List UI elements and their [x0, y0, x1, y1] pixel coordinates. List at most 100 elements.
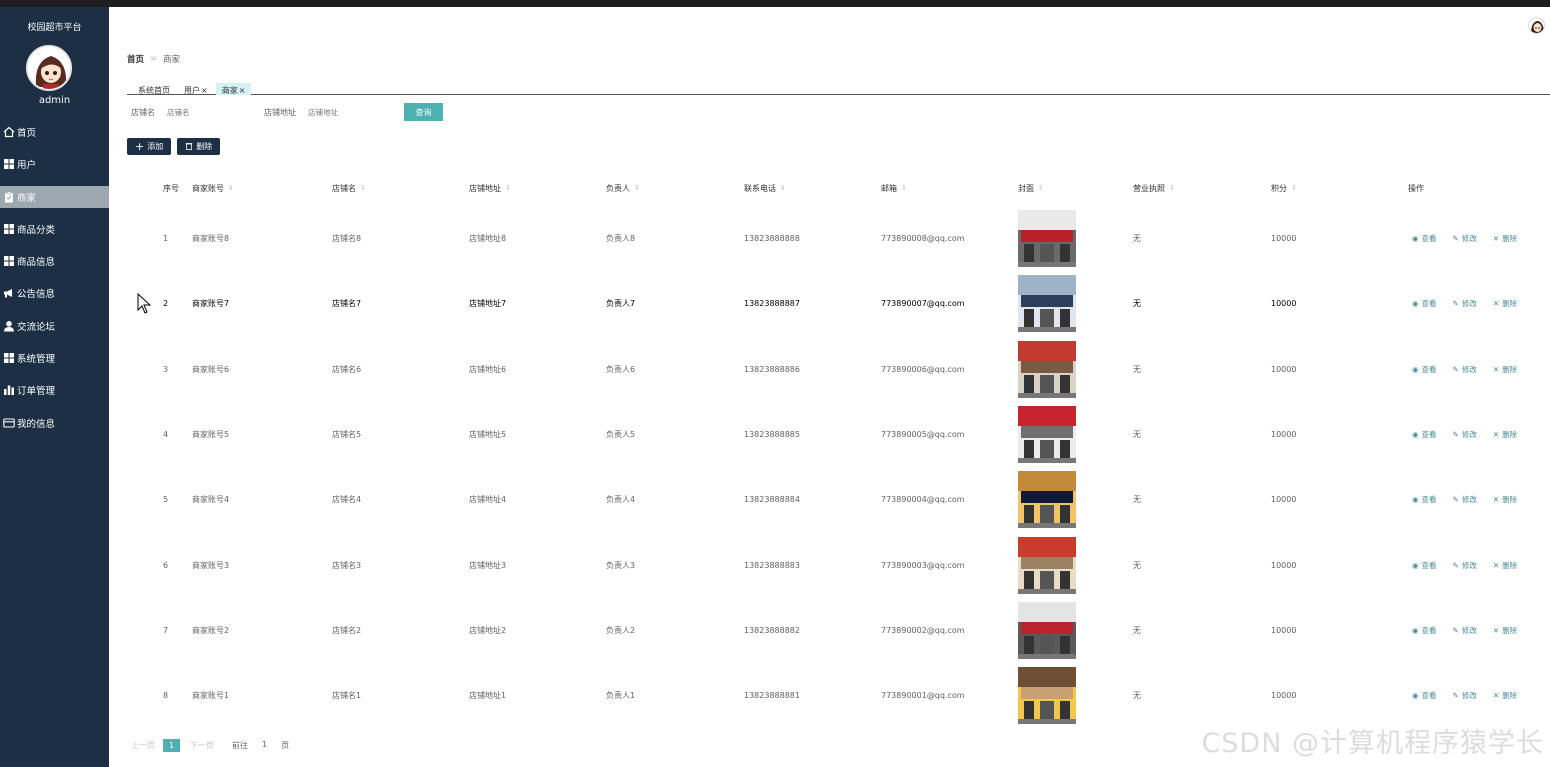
cover-image[interactable] — [1018, 536, 1076, 594]
page-number-current[interactable]: 1 — [163, 739, 180, 752]
tab-system-home[interactable]: 系统首页 — [127, 83, 176, 95]
delete-button[interactable]: 删除 — [177, 138, 221, 155]
sort-icon[interactable]: ⇕ — [1038, 184, 1044, 192]
sidebar-item-product-category[interactable]: 商品分类 — [0, 218, 109, 240]
edit-button[interactable]: ✎ 修改 — [1453, 625, 1477, 636]
eye-icon: ◉ — [1412, 364, 1419, 374]
sort-icon[interactable]: ⇕ — [901, 184, 907, 192]
view-button[interactable]: ◉ 查看 — [1412, 429, 1437, 440]
sidebar-item-home[interactable]: 首页 — [0, 121, 109, 143]
table-row[interactable]: 3 商家账号6 店铺名6 店铺地址6 负责人6 13823888886 773890006@… — [127, 337, 1547, 402]
row-delete-button[interactable]: ✕ 删除 — [1493, 233, 1517, 244]
row-delete-button[interactable]: ✕ 删除 — [1493, 625, 1517, 636]
sidebar-item-orders[interactable]: 订单管理 — [0, 379, 109, 401]
shop-name-input[interactable] — [167, 104, 253, 120]
table-row[interactable]: 1 商家账号8 店铺名8 店铺地址8 负责人8 13823888888 773890008@… — [127, 206, 1547, 271]
goto-page-input[interactable]: 1 — [262, 740, 267, 751]
header-label: 序号 — [163, 183, 179, 193]
cell-cover — [1018, 402, 1076, 467]
cell-points: 10000 — [1271, 495, 1297, 505]
sidebar-item-product-info[interactable]: 商品信息 — [0, 250, 109, 272]
cell-account: 商家账号5 — [192, 429, 230, 439]
row-delete-button[interactable]: ✕ 删除 — [1493, 298, 1517, 309]
cover-image[interactable] — [1018, 601, 1076, 659]
header-col-phone[interactable]: 联系电话 ⇕ — [744, 178, 786, 198]
sidebar-item-forum[interactable]: 交流论坛 — [0, 315, 109, 337]
header-col-cover[interactable]: 封面 ⇕ — [1018, 178, 1044, 198]
header-col-email[interactable]: 邮箱 ⇕ — [881, 178, 907, 198]
sort-icon[interactable]: ⇕ — [1291, 184, 1297, 192]
cover-image[interactable] — [1018, 471, 1076, 529]
table-row[interactable]: 2 商家账号7 店铺名7 店铺地址7 负责人7 13823888887 773890007@… — [127, 271, 1547, 336]
cover-image[interactable] — [1018, 210, 1076, 267]
sort-icon[interactable]: ⇕ — [505, 184, 511, 192]
edit-button[interactable]: ✎ 修改 — [1453, 494, 1477, 505]
edit-button[interactable]: ✎ 修改 — [1453, 429, 1477, 440]
edit-button[interactable]: ✎ 修改 — [1453, 298, 1477, 309]
header-col-shop-address[interactable]: 店铺地址 ⇕ — [469, 178, 511, 198]
row-delete-button[interactable]: ✕ 删除 — [1493, 364, 1517, 375]
header-col-manager[interactable]: 负责人 ⇕ — [606, 178, 640, 198]
cover-image[interactable] — [1018, 275, 1076, 333]
row-delete-button[interactable]: ✕ 删除 — [1493, 429, 1517, 440]
view-button[interactable]: ◉ 查看 — [1412, 625, 1437, 636]
header-label: 操作 — [1408, 183, 1424, 193]
megaphone-icon — [3, 287, 15, 299]
header-col-license[interactable]: 营业执照 ⇕ — [1133, 178, 1175, 198]
sort-icon[interactable]: ⇕ — [228, 184, 234, 192]
cell-license: 无 — [1133, 364, 1141, 374]
header-col-points[interactable]: 积分 ⇕ — [1271, 178, 1297, 198]
row-delete-button[interactable]: ✕ 删除 — [1493, 690, 1517, 701]
table-row[interactable]: 6 商家账号3 店铺名3 店铺地址3 负责人3 13823888883 773890003@… — [127, 533, 1547, 598]
view-button[interactable]: ◉ 查看 — [1412, 560, 1437, 571]
close-icon: ✕ — [1492, 691, 1500, 701]
header-avatar[interactable] — [1528, 17, 1545, 34]
view-label: 查看 — [1421, 691, 1437, 701]
tab-merchants[interactable]: 商家 × — [215, 83, 252, 95]
table-row[interactable]: 8 商家账号1 店铺名1 店铺地址1 负责人1 13823888881 773890001@… — [127, 663, 1547, 728]
sidebar-item-system[interactable]: 系统管理 — [0, 347, 109, 369]
avatar[interactable] — [26, 45, 72, 91]
table-row[interactable]: 5 商家账号4 店铺名4 店铺地址4 负责人4 13823888884 773890004@… — [127, 467, 1547, 532]
query-button[interactable]: 查询 — [404, 103, 443, 121]
grid-icon — [3, 158, 15, 170]
sidebar-item-notices[interactable]: 公告信息 — [0, 282, 109, 304]
table-row[interactable]: 7 商家账号2 店铺名2 店铺地址2 负责人2 13823888882 773890002@… — [127, 598, 1547, 663]
add-button-label: 添加 — [147, 142, 164, 151]
prev-page-button[interactable]: 上一页 — [131, 740, 155, 751]
add-button[interactable]: + 添加 — [127, 138, 172, 155]
edit-button[interactable]: ✎ 修改 — [1453, 560, 1477, 571]
sort-icon[interactable]: ⇕ — [634, 184, 640, 192]
view-button[interactable]: ◉ 查看 — [1412, 298, 1437, 309]
view-button[interactable]: ◉ 查看 — [1412, 494, 1437, 505]
table-row[interactable]: 4 商家账号5 店铺名5 店铺地址5 负责人5 13823888885 773890005@… — [127, 402, 1547, 467]
sidebar-item-merchants[interactable]: 商家 — [0, 185, 109, 208]
header-col-account[interactable]: 商家账号 ⇕ — [192, 178, 234, 198]
close-icon: ✕ — [1492, 495, 1500, 505]
cover-image[interactable] — [1018, 405, 1076, 463]
sidebar-item-my-info[interactable]: 我的信息 — [0, 412, 109, 434]
cell-phone: 13823888886 — [744, 364, 800, 374]
close-icon[interactable]: × — [239, 86, 246, 95]
header-col-shop-name[interactable]: 店铺名 ⇕ — [332, 178, 366, 198]
breadcrumb-home[interactable]: 首页 — [127, 53, 144, 65]
shop-address-input[interactable] — [308, 104, 394, 120]
sort-icon[interactable]: ⇕ — [1169, 184, 1175, 192]
sort-icon[interactable]: ⇕ — [780, 184, 786, 192]
view-button[interactable]: ◉ 查看 — [1412, 364, 1437, 375]
cover-image[interactable] — [1018, 340, 1076, 398]
next-page-button[interactable]: 下一页 — [190, 740, 214, 751]
row-delete-button[interactable]: ✕ 删除 — [1493, 560, 1517, 571]
view-button[interactable]: ◉ 查看 — [1412, 233, 1437, 244]
edit-button[interactable]: ✎ 修改 — [1453, 233, 1477, 244]
cover-image[interactable] — [1018, 667, 1076, 725]
close-icon[interactable]: × — [201, 86, 208, 95]
view-button[interactable]: ◉ 查看 — [1412, 690, 1437, 701]
tab-users[interactable]: 用户 × — [178, 83, 214, 95]
user-name: admin — [38, 95, 71, 106]
edit-button[interactable]: ✎ 修改 — [1453, 364, 1477, 375]
edit-button[interactable]: ✎ 修改 — [1453, 690, 1477, 701]
sidebar-item-users[interactable]: 用户 — [0, 153, 109, 175]
row-delete-button[interactable]: ✕ 删除 — [1493, 494, 1517, 505]
sort-icon[interactable]: ⇕ — [360, 184, 366, 192]
